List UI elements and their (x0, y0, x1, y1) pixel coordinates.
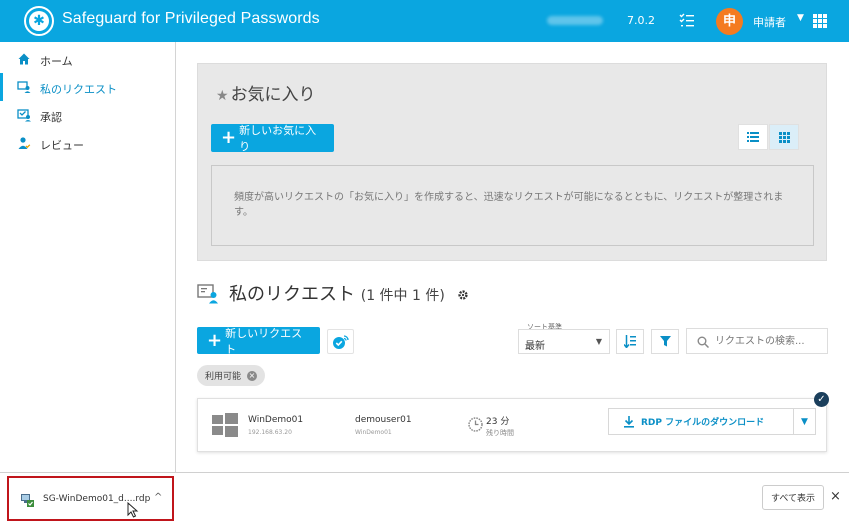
app-header: ✱ Safeguard for Privileged Passwords 7.0… (0, 0, 849, 42)
gear-icon[interactable] (457, 289, 469, 301)
my-requests-icon (197, 284, 218, 304)
check-icon: ✓ (814, 392, 829, 407)
download-bar: SG-WinDemo01_d....rdp ^ すべて表示 × (0, 472, 849, 524)
chevron-down-icon[interactable]: ▼ (797, 13, 804, 23)
plus-icon: + (207, 329, 223, 351)
mouse-cursor-icon (127, 502, 139, 518)
account-asset: WinDemo01 (355, 429, 392, 436)
search-icon (697, 336, 709, 348)
sort-order-button[interactable] (616, 329, 644, 354)
sidebar-item-approval[interactable]: 承認 (0, 101, 175, 129)
rdp-file-icon (21, 494, 34, 507)
asset-name: WinDemo01 (248, 415, 304, 425)
request-search[interactable] (686, 328, 828, 354)
user-avatar[interactable]: 申 (716, 8, 743, 35)
favorites-empty-message: 頻度が高いリクエストの「お気に入り」を作成すると、迅速なリクエストが可能になると… (211, 165, 814, 246)
downloaded-file-item[interactable]: SG-WinDemo01_d....rdp ^ (7, 476, 174, 521)
sort-select[interactable]: 最新 ▼ (518, 329, 610, 354)
my-requests-icon (17, 81, 31, 93)
view-toggle (738, 124, 801, 152)
favorites-panel: ★ お気に入り + 新しいお気に入り 頻度が高いリクエストの「お気に入り」を作成… (197, 63, 827, 261)
windows-icon (212, 413, 238, 437)
clear-filter-icon[interactable]: × (247, 370, 258, 381)
close-icon[interactable]: × (830, 489, 841, 504)
sidebar: ホーム 私のリクエスト 承認 レビュー (0, 42, 176, 472)
sidebar-item-label: 私のリクエスト (40, 83, 117, 96)
review-icon (18, 137, 31, 149)
time-remaining-value: 23 分 (486, 417, 510, 427)
chevron-down-icon: ▼ (595, 337, 602, 346)
safeguard-logo-icon[interactable]: ✱ (24, 6, 54, 36)
user-name[interactable]: 申請者 (753, 14, 786, 30)
filter-chip-available[interactable]: 利用可能 × (197, 365, 266, 386)
account-name: demouser01 (355, 415, 412, 425)
version-label: 7.0.2 (627, 14, 655, 27)
app-title[interactable]: Safeguard for Privileged Passwords (62, 10, 320, 28)
sidebar-item-review[interactable]: レビュー (0, 129, 175, 157)
new-request-button[interactable]: + 新しいリクエスト (197, 327, 320, 356)
blurred-hostname (547, 16, 603, 25)
sidebar-item-home[interactable]: ホーム (0, 45, 175, 73)
search-input[interactable] (715, 333, 823, 350)
plus-icon: + (221, 127, 237, 148)
request-count: (1 件中 1 件) (360, 288, 445, 304)
favorites-title: ★ お気に入り (216, 85, 316, 105)
chevron-up-icon[interactable]: ^ (154, 492, 162, 503)
asset-ip: 192.168.63.20 (248, 429, 292, 436)
main-content: ★ お気に入り + 新しいお気に入り 頻度が高いリクエストの「お気に入り」を作成… (177, 42, 849, 472)
home-icon (18, 53, 30, 65)
star-icon: ★ (216, 88, 229, 104)
clock-icon (468, 417, 483, 432)
sort-order-icon (624, 335, 636, 348)
download-icon (624, 415, 634, 428)
filter-icon (659, 336, 671, 347)
sidebar-item-label: ホーム (40, 55, 73, 68)
sidebar-item-label: 承認 (40, 111, 62, 124)
chevron-down-icon[interactable]: ▼ (794, 408, 816, 435)
filter-button[interactable] (651, 329, 679, 354)
apps-grid-icon[interactable] (813, 14, 827, 28)
list-view-icon[interactable] (738, 124, 768, 150)
approval-icon (17, 109, 31, 122)
tasks-icon[interactable] (678, 12, 696, 30)
show-all-button[interactable]: すべて表示 (762, 485, 824, 510)
grid-view-icon[interactable] (769, 124, 799, 150)
rdp-download-button[interactable]: RDP ファイルのダウンロード (608, 408, 794, 435)
sidebar-item-label: レビュー (40, 139, 84, 152)
request-card[interactable]: WinDemo01 192.168.63.20 demouser01 WinDe… (197, 392, 829, 452)
new-favorite-button[interactable]: + 新しいお気に入り (211, 124, 334, 153)
my-requests-title: 私のリクエスト (1 件中 1 件) (229, 280, 469, 306)
sidebar-item-my-requests[interactable]: 私のリクエスト (0, 73, 175, 101)
sort-value: 最新 (525, 341, 545, 352)
time-remaining-label: 残り時間 (486, 429, 514, 437)
assistant-icon[interactable] (327, 329, 354, 354)
